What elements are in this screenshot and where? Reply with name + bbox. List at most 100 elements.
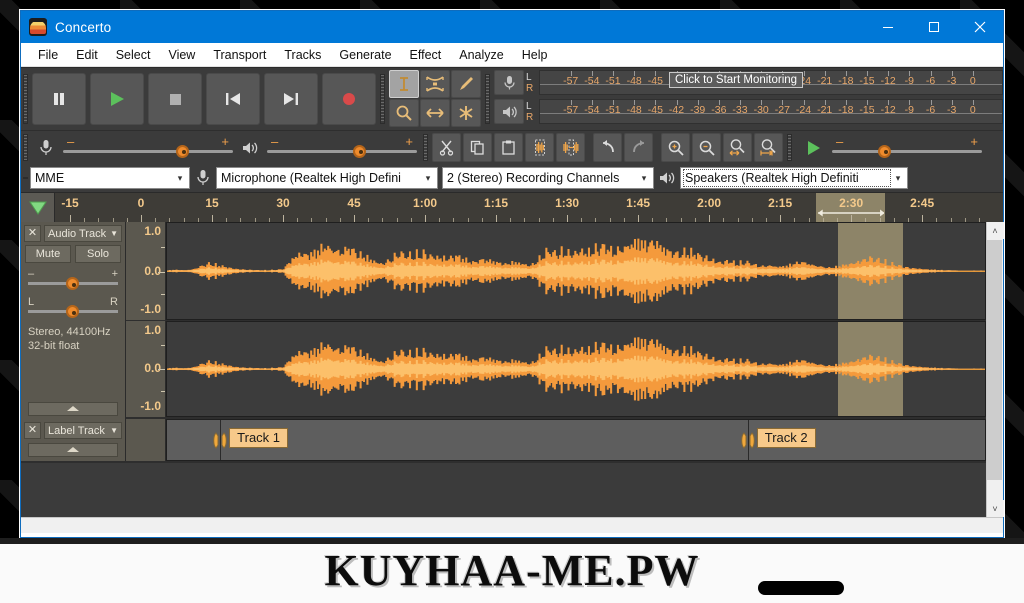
mute-button[interactable]: Mute [25,245,71,263]
zoom-out-button[interactable] [692,133,721,162]
copy-button[interactable] [463,133,492,162]
device-toolbar-grip[interactable] [21,177,30,179]
close-track-button[interactable]: ✕ [24,225,41,242]
menu-select[interactable]: Select [107,44,160,66]
meter-toolbar-grip[interactable] [483,68,492,130]
gain-minus-label: – [28,268,35,280]
close-label-track-button[interactable]: ✕ [24,422,41,439]
paste-button[interactable] [494,133,523,162]
scroll-up-button[interactable]: ˄ [986,222,1004,239]
label-track-body[interactable]: Track 1 Track 2 [166,419,986,461]
label-track-control-panel: ✕ Label Track ▼ [21,419,126,461]
vertical-ruler-right: 1.0 0.0 -1.0 [126,321,166,417]
label-drag-handle[interactable] [740,432,756,449]
menu-analyze[interactable]: Analyze [450,44,512,66]
label-track-collapse-handle[interactable] [28,443,118,457]
playback-meter-scale: -57 -54 -51 -48 -45 -42 -39 -36 -33 -30 -27 -24 -21-… [539,99,1003,124]
watermark-text: KUYHAA-ME.PW [324,546,700,595]
playback-volume-plus: + [405,133,413,149]
fit-selection-button[interactable] [723,133,752,162]
transport-toolbar-grip[interactable] [21,68,30,130]
mixer-toolbar-grip[interactable] [21,131,30,164]
track-pan-slider[interactable]: L R [28,295,118,319]
screenshot-root: Concerto File Edit Select View Transport… [0,0,1024,603]
undo-button[interactable] [593,133,622,162]
minimize-button[interactable] [865,11,911,43]
pan-left-label: L [28,296,35,308]
play-at-speed-grip[interactable] [785,131,794,164]
zoom-tool-icon[interactable] [389,99,419,127]
track-collapse-handle[interactable] [28,402,118,416]
gain-plus-label: + [111,268,118,280]
stop-button[interactable] [148,73,202,125]
play-at-speed-button[interactable] [798,133,827,162]
track-area: ✕ Audio Track ▼ Mute Solo – + L R Stereo… [21,222,1004,517]
pause-button[interactable] [32,73,86,125]
vertical-scroll-thumb[interactable] [987,240,1002,480]
track-title-label: Audio Track [48,227,107,240]
solo-button[interactable]: Solo [75,245,121,263]
trim-audio-button[interactable] [525,133,554,162]
timeline-ruler[interactable]: -15 0 15 30 45 1:00 1:15 1:30 1:45 2:00 2:15 2:30 2:… [21,192,1003,222]
scroll-down-button[interactable]: ˅ [986,500,1004,517]
menu-file[interactable]: File [29,44,67,66]
label-track-title-dropdown[interactable]: Label Track ▼ [44,422,122,439]
fit-project-button[interactable] [754,133,783,162]
menu-help[interactable]: Help [513,44,557,66]
recording-volume-slider[interactable]: – + [63,135,233,160]
cut-button[interactable] [432,133,461,162]
maximize-button[interactable] [911,11,957,43]
tools-toolbar-grip[interactable] [378,68,387,130]
playback-volume-slider[interactable]: – + [267,133,417,160]
track-gain-slider[interactable]: – + [28,267,118,291]
skip-to-end-button[interactable] [264,73,318,125]
label-chip[interactable]: Track 1 [229,428,289,448]
playback-device-value: Speakers (Realtek High Definiti [683,169,891,187]
playback-meter-channels: LR [526,100,534,123]
playback-meter[interactable]: LR -57 -54 -51 -48 -45 -42 -39 -36 -33 -30 -27 -24-… [492,97,1003,126]
menu-view[interactable]: View [159,44,204,66]
menu-transport[interactable]: Transport [204,44,275,66]
redo-button[interactable] [624,133,653,162]
track-title-dropdown[interactable]: Audio Track ▼ [44,225,122,242]
pinned-play-head-button[interactable] [21,193,55,222]
timeline-tick-label: 2:45 [910,196,935,210]
silence-audio-button[interactable] [556,133,585,162]
playback-device-select[interactable]: Speakers (Realtek High Definiti ▾ [680,167,908,189]
waveform-right-channel[interactable] [166,321,986,417]
label-chip[interactable]: Track 2 [756,428,816,448]
menu-generate[interactable]: Generate [330,44,400,66]
title-bar: Concerto [21,11,1003,43]
close-button[interactable] [957,11,1003,43]
record-button[interactable] [322,73,376,125]
audio-host-select[interactable]: MME ▾ [30,167,190,189]
label-drag-handle[interactable] [212,432,228,449]
selection-tool-icon[interactable] [389,70,419,98]
skip-to-start-button[interactable] [206,73,260,125]
play-speed-minus: – [836,133,844,149]
device-toolbar: MME ▾ Microphone (Realtek High Defini ▾ … [21,164,1003,192]
recording-channels-select[interactable]: 2 (Stereo) Recording Channels ▾ [442,167,654,189]
play-speed-slider[interactable]: – + [832,133,982,160]
play-button[interactable] [90,73,144,125]
speaker-icon[interactable] [494,99,524,124]
envelope-tool-icon[interactable] [420,70,450,98]
draw-tool-icon[interactable] [451,70,481,98]
menu-edit[interactable]: Edit [67,44,107,66]
edit-toolbar-grip[interactable] [421,131,430,164]
vruler-mid: 0.0 [144,264,161,278]
zoom-in-button[interactable] [661,133,690,162]
recording-device-select[interactable]: Microphone (Realtek High Defini ▾ [216,167,438,189]
vertical-scrollbar[interactable]: ˄ ˅ [986,222,1004,517]
menu-effect[interactable]: Effect [401,44,451,66]
menu-tracks[interactable]: Tracks [275,44,330,66]
horizontal-scrollbar[interactable] [21,517,1003,533]
waveform-left-channel[interactable] [166,222,986,320]
timeline-selection-arrows[interactable] [817,208,885,218]
microphone-icon[interactable] [494,70,524,95]
vertical-ruler-left: 1.0 0.0 -1.0 [126,222,166,320]
multi-tool-icon[interactable] [451,99,481,127]
timeline-scale[interactable]: -15 0 15 30 45 1:00 1:15 1:30 1:45 2:00 2:15 2:30 2:… [55,193,1003,222]
vruler-max: 1.0 [144,224,161,238]
time-shift-tool-icon[interactable] [420,99,450,127]
